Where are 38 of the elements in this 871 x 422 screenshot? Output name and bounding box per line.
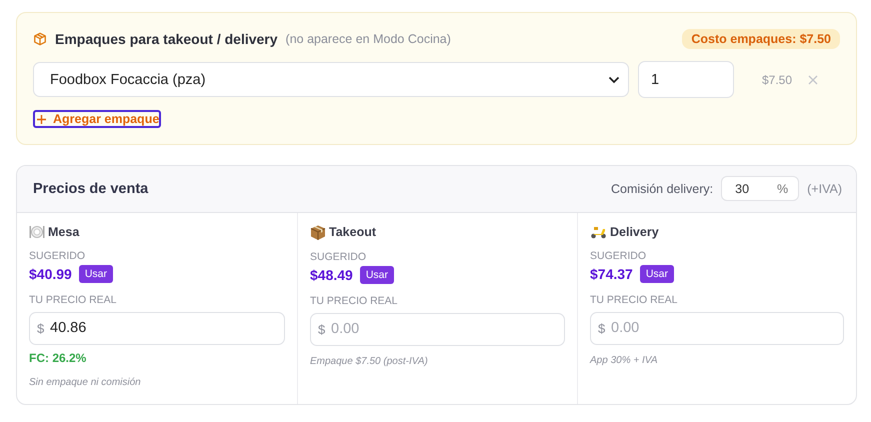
scooter-icon [590,224,607,238]
commission-label: Comisión delivery: [611,182,714,196]
quantity-field[interactable]: 1 [638,61,734,98]
commission-field[interactable]: 30 % [721,176,800,201]
box-icon [33,32,47,46]
item-price: $7.50 [762,72,792,86]
suggested-label: SUGERIDO [29,250,86,262]
plate-icon [29,224,45,238]
real-price-label: TU PRECIO REAL [29,294,118,306]
channel-name: Takeout [329,225,376,239]
use-button[interactable]: Usar [360,266,394,284]
channel-note: Empaque $7.50 (post-IVA) [310,356,429,366]
channel-name: Mesa [48,224,80,238]
use-button[interactable]: Usar [78,264,113,282]
section-title: Precios de venta [33,180,148,196]
channel-note: App 30% + IVA [590,354,659,366]
food-cost: FC: 26.2% [29,350,88,364]
box-icon [310,224,326,240]
suggested-label: SUGERIDO [310,250,368,262]
currency-symbol: $ [37,320,44,336]
suggested-label: SUGERIDO [590,250,648,262]
channel-note: Sin empaque ni comisión [29,376,142,388]
commission-note: (+IVA) [807,182,842,196]
suggested-price: $48.49 [310,266,353,282]
suggested-price: $74.37 [590,266,633,282]
plus-icon [36,114,47,124]
real-price-label: TU PRECIO REAL [590,294,679,306]
channel-name: Delivery [610,224,659,238]
section-title: Empaques para takeout / delivery [55,31,278,47]
cost-badge: Costo empaques: $7.50 [682,29,840,49]
caret-icon[interactable] [608,76,620,84]
real-price-label: TU PRECIO REAL [310,294,399,306]
currency-symbol: $ [318,322,326,336]
suggested-price: $40.99 [29,266,72,282]
currency-symbol: $ [598,320,606,336]
product-select[interactable]: Foodbox Focaccia (pza) [33,62,629,97]
use-button[interactable]: Usar [640,264,674,282]
section-note: (no aparece en Modo Cocina) [286,32,451,46]
